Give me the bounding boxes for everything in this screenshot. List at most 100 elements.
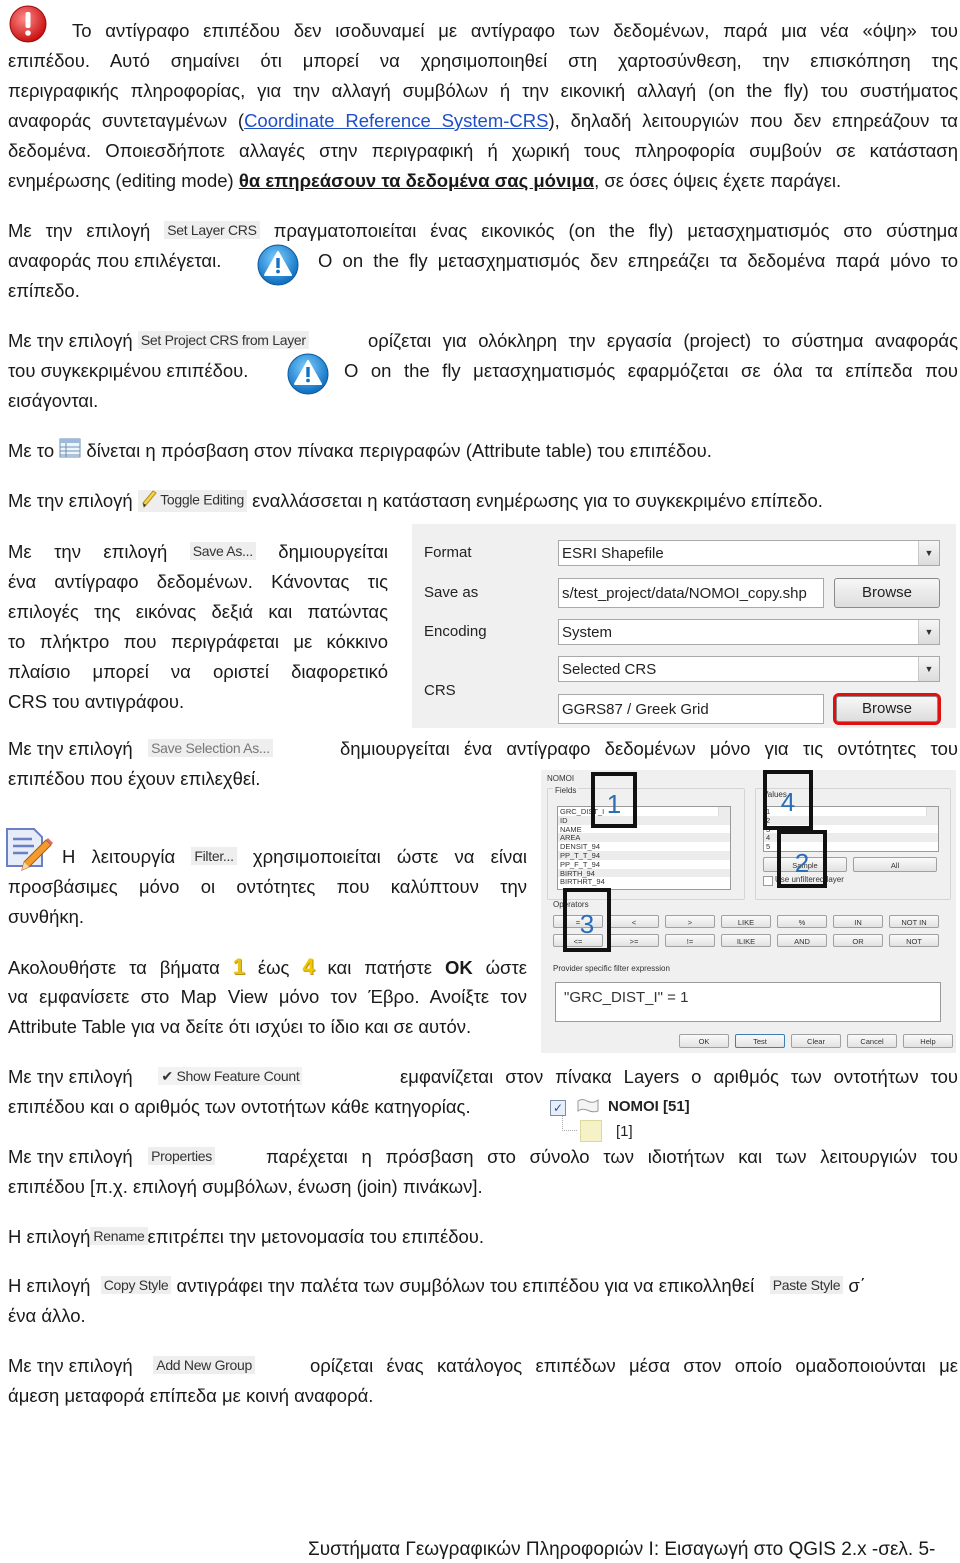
- operator-button[interactable]: %: [777, 915, 827, 928]
- text: Με το: [8, 440, 55, 461]
- properties-line-2: επιπέδου [π.χ. επιλογή συμβόλων, ένωση (…: [8, 1176, 483, 1197]
- set-project-crs-line-2: του συγκεκριμένου επιπέδου.: [8, 360, 249, 381]
- intro-line-5: δεδομένα. Οποιεσδήποτε αλλαγές στην περι…: [8, 140, 958, 161]
- blue-warning-icon: [256, 243, 300, 292]
- unfiltered-checkbox[interactable]: [763, 876, 773, 886]
- save-selection-menu-item[interactable]: Save Selection As...: [148, 739, 273, 757]
- feature-count-line-1b: εμφανίζεται στον πίνακα Layers ο αριθμός…: [400, 1066, 958, 1087]
- field-list-item[interactable]: DENSIT_94: [558, 842, 730, 851]
- save-as-line-3: επιλογές της εικόνας δεξιά και πατώντας: [8, 601, 388, 622]
- save-as-line-2: ένα αντίγραφο δεδομένων. Κάνοντας τις: [8, 571, 388, 592]
- filter-menu-item[interactable]: Filter...: [191, 847, 237, 865]
- cancel-button[interactable]: Cancel: [847, 1034, 897, 1048]
- save-as-path-input[interactable]: s/test_project/data/NOMOI_copy.shp: [558, 578, 824, 608]
- crs-input[interactable]: GGRS87 / Greek Grid: [558, 694, 824, 724]
- feature-count-label: Show Feature Count: [176, 1068, 300, 1084]
- chevron-down-icon: ▼: [918, 657, 939, 681]
- operator-button[interactable]: OR: [833, 934, 883, 947]
- crs-link[interactable]: Coordinate Reference System-CRS: [244, 110, 548, 131]
- browse-file-button[interactable]: Browse: [834, 578, 940, 608]
- show-feature-count-menu-item[interactable]: ✔ Show Feature Count: [158, 1067, 303, 1085]
- operator-button[interactable]: IN: [833, 915, 883, 928]
- filter-line-3: συνθήκη.: [8, 906, 85, 927]
- attribute-table-icon[interactable]: [59, 437, 81, 467]
- intro-text: ενημέρωσης (editing mode): [8, 170, 239, 191]
- properties-line-1: Με την επιλογή Properties: [8, 1142, 268, 1172]
- text: έως: [257, 957, 290, 978]
- copy-style-line-2: ένα άλλο.: [8, 1305, 86, 1326]
- text: Με την επιλογή: [8, 220, 151, 241]
- field-list-item[interactable]: NAME: [558, 825, 730, 834]
- class-symbol-swatch: [580, 1120, 602, 1142]
- encoding-label: Encoding: [424, 623, 487, 640]
- rename-menu-item[interactable]: Rename: [90, 1227, 148, 1245]
- scrollbar[interactable]: [718, 807, 730, 816]
- steps-line-2: να εμφανίσετε στο Map View μόνο τον Έβρο…: [8, 986, 527, 1007]
- all-button[interactable]: All: [853, 857, 937, 872]
- text: Με την επιλογή: [8, 490, 133, 511]
- toggle-editing-label: Toggle Editing: [160, 492, 244, 508]
- feature-count-line-2: επιπέδου και ο αριθμός των οντοτήτων κάθ…: [8, 1096, 471, 1117]
- operator-button[interactable]: !=: [665, 934, 715, 947]
- polygon-layer-icon: [576, 1098, 600, 1119]
- help-button[interactable]: Help: [903, 1034, 953, 1048]
- text: χρησιμοποιείται ώστε να είναι: [252, 846, 528, 867]
- scrollbar[interactable]: [926, 807, 938, 816]
- set-layer-crs-line-2b: Ο on the fly μετασχηματισμός δεν επηρεάζ…: [318, 250, 958, 271]
- crs-mode-select[interactable]: Selected CRS ▼: [558, 656, 940, 682]
- operator-button[interactable]: >: [665, 915, 715, 928]
- text: επιτρέπει την μετονομασία του επιπέδου.: [147, 1226, 485, 1247]
- operator-button[interactable]: NOT: [889, 934, 939, 947]
- save-as-menu-item[interactable]: Save As...: [189, 542, 256, 560]
- page-footer: Συστήματα Γεωγραφικών Πληροφοριών Ι: Εισ…: [308, 1539, 936, 1560]
- format-select[interactable]: ESRI Shapefile ▼: [558, 540, 940, 566]
- field-list-item[interactable]: BIRTHRT_94: [558, 877, 730, 886]
- field-list-item[interactable]: ID: [558, 815, 730, 825]
- layer-name[interactable]: ΝΟΜΟΙ [51]: [608, 1098, 690, 1115]
- field-list-item[interactable]: AREA: [558, 833, 730, 842]
- ok-button[interactable]: OK: [679, 1034, 729, 1048]
- save-as-line-6: CRS του αντιγράφου.: [8, 691, 185, 712]
- save-selection-line-1: Με την επιλογή Save Selection As...: [8, 734, 338, 764]
- save-as-line-4: το πλήκτρο που περιγράφεται με κόκκινο: [8, 631, 388, 652]
- field-list-item[interactable]: BIRTH_94: [558, 868, 730, 877]
- operator-button[interactable]: LIKE: [721, 915, 771, 928]
- chevron-down-icon: ▼: [918, 541, 939, 565]
- set-layer-crs-menu-item[interactable]: Set Layer CRS: [164, 221, 260, 239]
- add-group-line-2: άμεση μεταφορά επίπεδα με κοινή αναφορά.: [8, 1385, 374, 1406]
- operator-button[interactable]: NOT IN: [889, 915, 939, 928]
- fields-label: Fields: [553, 786, 579, 795]
- clear-button[interactable]: Clear: [791, 1034, 841, 1048]
- crs-mode-value: Selected CRS: [562, 661, 657, 678]
- text: Η επιλογή: [8, 1226, 91, 1247]
- test-button[interactable]: Test: [735, 1034, 785, 1048]
- add-new-group-menu-item[interactable]: Add New Group: [153, 1356, 255, 1374]
- operator-button[interactable]: <: [609, 915, 659, 928]
- toggle-editing-menu-item[interactable]: Toggle Editing: [137, 490, 247, 513]
- step-1-icon: 1: [232, 954, 245, 979]
- fields-list[interactable]: GRC_DIST_I ID NAME AREA DENSIT_94 PP_T_T_94 PP…: [557, 806, 731, 890]
- text: ώστε: [485, 957, 528, 978]
- operator-button[interactable]: ILIKE: [721, 934, 771, 947]
- operator-button[interactable]: AND: [777, 934, 827, 947]
- set-project-crs-line-2b: Ο on the fly μετασχηματισμός εφαρμόζεται…: [344, 360, 958, 381]
- browse-crs-button[interactable]: Browse: [833, 693, 941, 725]
- feature-count-line-1: Με την επιλογή ✔ Show Feature Count: [8, 1062, 398, 1092]
- text: δίνεται η πρόσβαση στον πίνακα περιγραφώ…: [86, 440, 712, 461]
- encoding-value: System: [562, 624, 613, 641]
- set-project-crs-menu-item[interactable]: Set Project CRS from Layer: [137, 331, 309, 349]
- field-list-item[interactable]: PP_T_T_94: [558, 850, 730, 860]
- field-list-item[interactable]: GRC_DIST_I: [558, 807, 730, 816]
- paste-style-menu-item[interactable]: Paste Style: [769, 1276, 844, 1294]
- tree-connector: [562, 1116, 577, 1131]
- document-edit-icon: [4, 826, 54, 877]
- filter-expression-input[interactable]: "GRC_DIST_I" = 1: [555, 982, 941, 1022]
- operator-button[interactable]: >=: [609, 934, 659, 947]
- field-list-item[interactable]: PP_F_T_94: [558, 860, 730, 869]
- layer-visibility-checkbox[interactable]: ✓: [550, 1100, 566, 1116]
- step-marker-1: 1: [591, 772, 637, 828]
- encoding-select[interactable]: System ▼: [558, 619, 940, 645]
- expression-label: Provider specific filter expression: [553, 964, 670, 973]
- copy-style-menu-item[interactable]: Copy Style: [100, 1276, 172, 1294]
- properties-menu-item[interactable]: Properties: [148, 1147, 215, 1165]
